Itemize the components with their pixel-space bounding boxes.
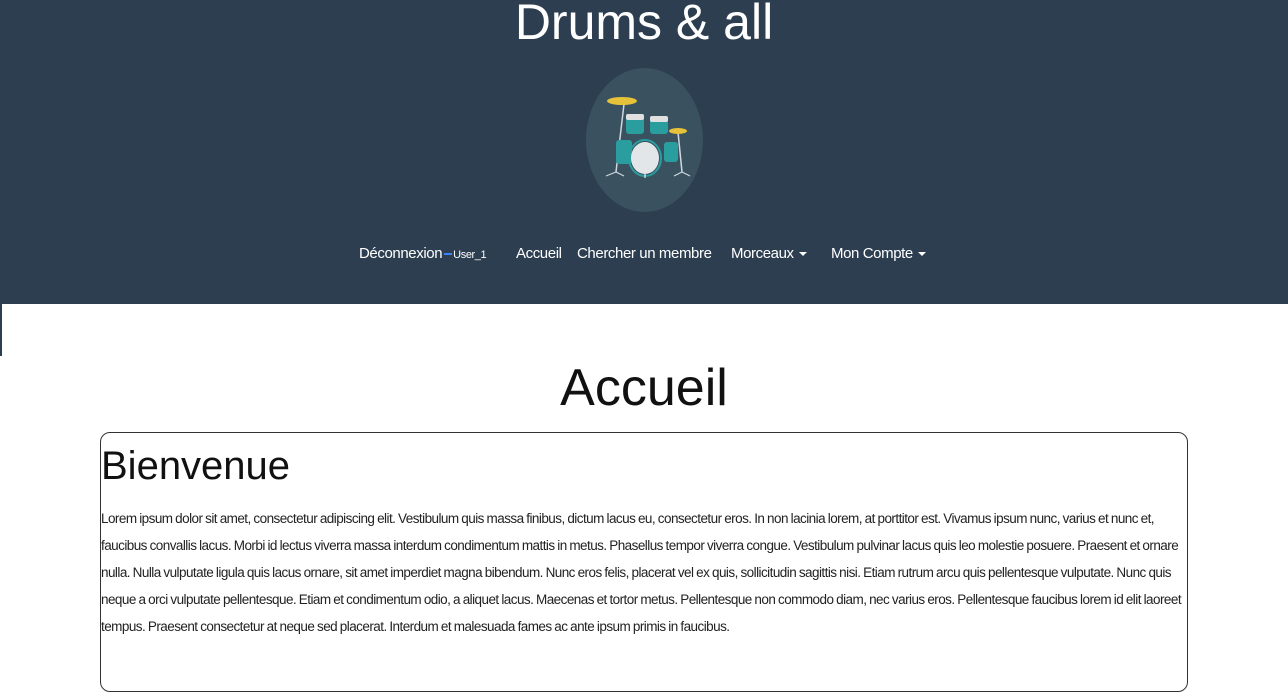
- logout-link[interactable]: Déconnexion User_1: [359, 236, 487, 272]
- chevron-down-icon: [917, 252, 926, 257]
- username: User_1: [453, 249, 487, 261]
- card-title: Bienvenue: [101, 444, 291, 488]
- account-label: Mon Compte: [831, 245, 913, 262]
- user-indicator-icon: [444, 253, 453, 256]
- card-text: Lorem ipsum dolor sit amet, consectetur …: [101, 511, 1182, 634]
- nav-item-account-dropdown[interactable]: Mon Compte: [831, 236, 926, 272]
- page-title: Accueil: [560, 359, 728, 417]
- nav-item-home[interactable]: Accueil: [516, 236, 562, 272]
- chevron-down-icon: [798, 252, 807, 257]
- drum-kit-logo[interactable]: [586, 68, 703, 212]
- main-nav: Déconnexion User_1 Accueil Chercher un me…: [0, 236, 1288, 272]
- nav-item-tracks-dropdown[interactable]: Morceaux: [731, 236, 807, 272]
- tracks-label: Morceaux: [731, 245, 794, 262]
- welcome-card: Bienvenue Lorem ipsum dolor sit amet, co…: [100, 432, 1188, 692]
- drum-kit-icon: [605, 97, 691, 178]
- logout-label: Déconnexion: [359, 245, 443, 262]
- divider: [0, 304, 2, 356]
- site-title: Drums & all: [514, 0, 774, 50]
- site-header: Drums & all Déconnexion User_1 Accueil C…: [0, 0, 1288, 304]
- nav-item-search-member[interactable]: Chercher un membre: [577, 236, 712, 272]
